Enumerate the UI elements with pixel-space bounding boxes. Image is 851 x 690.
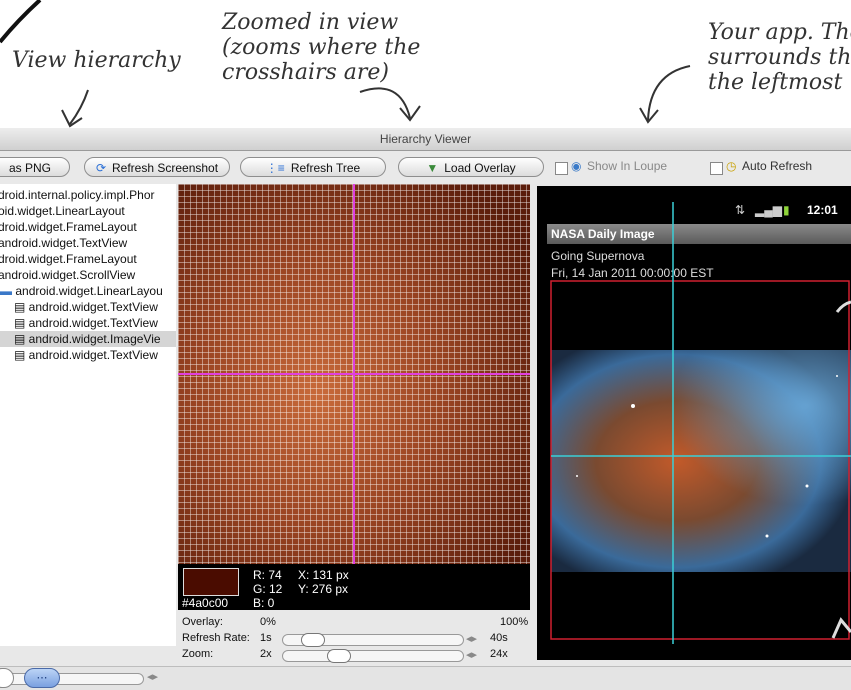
arrow-view-hierarchy-head (61, 109, 83, 128)
file-icon: ▤ (14, 316, 29, 330)
tree-node[interactable]: ▤ android.widget.TextView (14, 347, 158, 363)
star (576, 475, 578, 477)
slider-step-icon[interactable]: ◂▸ (466, 632, 477, 645)
star (836, 375, 838, 377)
toolbar: as PNG ⟳ Refresh Screenshot ⋮≡ Refresh Tre… (0, 151, 851, 184)
pixel-info-panel: #4a0c00 R: 74 G: 12 B: 0 X: 131 px Y: 27… (178, 564, 530, 610)
refresh-rate-slider-knob[interactable] (301, 633, 325, 647)
refresh-screenshot-label: Refresh Screenshot (112, 161, 219, 175)
refresh-icon: ⟳ (95, 161, 106, 175)
pixel-r: R: 74 (253, 568, 282, 582)
star (631, 404, 635, 408)
refresh-tree-label: Refresh Tree (290, 161, 361, 175)
star (805, 484, 809, 488)
corner-stroke (0, 0, 42, 44)
device-screenshot[interactable]: ⇅ ▂▄▆ ▮ 12:01 NASA Daily Image Going Sup… (537, 186, 851, 660)
overlay-min: 0% (260, 616, 276, 628)
tree-node-label: droid.internal.policy.impl.Phor (0, 188, 155, 202)
zoom-pixel-grid (178, 184, 530, 564)
show-in-loupe-checkbox[interactable] (555, 162, 568, 175)
annotation-arrows (0, 0, 691, 128)
tree-node[interactable]: ▤ android.widget.TextView (14, 315, 158, 331)
auto-refresh-label: Auto Refresh (742, 159, 813, 173)
view-hierarchy-tree: droid.internal.policy.impl.Phor oid.widg… (0, 184, 176, 646)
grid-icon: ⋯ (36, 672, 48, 684)
tree-node-label: oid.widget.LinearLayout (0, 204, 125, 218)
hierarchy-viewer-window: Hierarchy Viewer as PNG ⟳ Refresh Screens… (0, 128, 851, 690)
refresh-rate-value: 1s (260, 632, 272, 644)
overlay-max: 100% (500, 616, 529, 628)
layout-view-button[interactable] (0, 668, 14, 688)
tree-zoom-slider[interactable] (0, 673, 144, 685)
tree-node-label: droid.widget.FrameLayout (0, 220, 137, 234)
tree-node-label: android.widget.TextView (28, 300, 158, 314)
tree-node-label: android.widget.ImageVie (28, 332, 161, 346)
star (765, 534, 769, 538)
tree-node[interactable]: droid.widget.FrameLayout (0, 251, 137, 267)
show-in-loupe-label: Show In Loupe (587, 159, 668, 173)
load-overlay-button[interactable]: ▼ Load Overlay (398, 157, 544, 177)
tree-node-selected[interactable]: ▤ android.widget.ImageVie (0, 331, 176, 347)
arrow-your-app (647, 65, 691, 121)
tree-node-label: android.widget.LinearLayou (15, 284, 163, 298)
tree-node[interactable]: ▤ android.widget.TextView (14, 299, 158, 315)
clock-icon: ◷ (726, 159, 737, 173)
refresh-tree-button[interactable]: ⋮≡ Refresh Tree (240, 157, 386, 177)
supernova-image (550, 202, 851, 644)
pixel-b: B: 0 (253, 596, 275, 610)
pixel-g: G: 12 (253, 582, 283, 596)
zoom-loupe-view[interactable] (178, 184, 530, 564)
file-icon: ▤ (14, 348, 29, 362)
zoom-value: 2x (260, 648, 272, 660)
tree-node-label: android.widget.TextView (28, 348, 158, 362)
tree-node[interactable]: android.widget.TextView (0, 235, 127, 251)
color-swatch (183, 568, 239, 596)
refresh-rate-slider[interactable] (282, 633, 464, 647)
zoom-slider-knob[interactable] (327, 649, 351, 663)
pixel-x: X: 131 px (298, 568, 349, 582)
globe-icon: ◉ (571, 159, 582, 173)
pixel-hex: #4a0c00 (182, 596, 229, 610)
tree-node[interactable]: droid.widget.FrameLayout (0, 219, 137, 235)
window-title: Hierarchy Viewer (0, 128, 851, 151)
refresh-rate-max: 40s (490, 632, 508, 644)
refresh-rate-label: Refresh Rate: (182, 632, 250, 644)
slider-step-icon[interactable]: ◂▸ (466, 648, 477, 661)
grid-view-button[interactable]: ⋯ (24, 668, 60, 688)
zoom-slider[interactable] (282, 649, 464, 663)
overlay-label: Overlay: (182, 616, 223, 628)
save-png-label: as PNG (8, 161, 51, 175)
tree-node-label: android.widget.TextView (28, 316, 158, 330)
file-icon: ▤ (14, 300, 29, 314)
refresh-screenshot-button[interactable]: ⟳ Refresh Screenshot (84, 157, 230, 177)
view-controls: Overlay: 0% 100% Refresh Rate: 1s ◂▸ 40s… (178, 612, 530, 664)
tree-node[interactable]: droid.internal.policy.impl.Phor (0, 187, 155, 203)
slider-step-icon[interactable]: ◂▸ (147, 670, 158, 683)
pixel-y: Y: 276 px (298, 582, 349, 596)
overlay-icon: ▼ (426, 161, 439, 175)
tree-node-label: android.widget.TextView (0, 236, 128, 250)
load-overlay-label: Load Overlay (444, 161, 516, 175)
tree-node[interactable]: android.widget.ScrollView (0, 267, 135, 283)
file-icon: ▤ (14, 332, 29, 346)
image-highlight (551, 350, 851, 572)
zoom-max: 24x (490, 648, 508, 660)
tree-node-label: droid.widget.FrameLayout (0, 252, 137, 266)
tree-icon: ⋮≡ (265, 161, 285, 175)
bottom-bar: ◂▸ ⋯ (0, 666, 851, 690)
save-png-button[interactable]: as PNG (0, 157, 70, 177)
tree-node[interactable]: ▬ android.widget.LinearLayou (0, 283, 163, 299)
tree-node[interactable]: oid.widget.LinearLayout (0, 203, 125, 219)
auto-refresh-checkbox[interactable] (710, 162, 723, 175)
arrow-zoomed-view (359, 87, 411, 119)
tree-node-label: android.widget.ScrollView (0, 268, 136, 282)
zoom-label: Zoom: (182, 648, 214, 660)
folder-icon: ▬ (0, 284, 16, 298)
